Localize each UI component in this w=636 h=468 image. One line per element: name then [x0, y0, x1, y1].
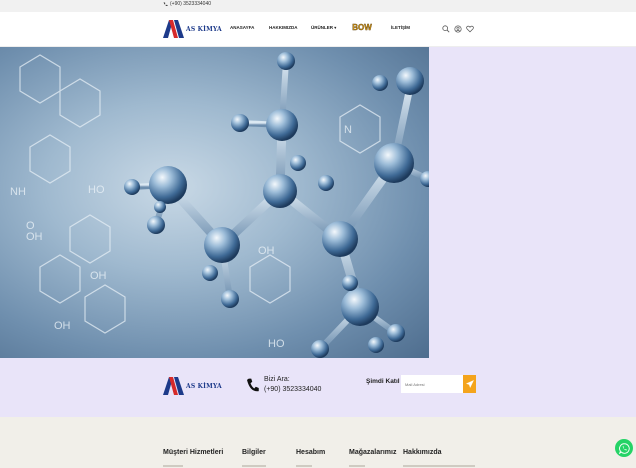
svg-text:OH: OH	[26, 231, 43, 243]
footer-link-placeholder	[242, 465, 266, 467]
newsletter-submit-button[interactable]	[463, 375, 476, 393]
svg-text:OH: OH	[90, 270, 107, 282]
top-phone-number: (+90) 3523334040	[170, 1, 212, 7]
nav-contact[interactable]: İLETİŞİM	[391, 25, 410, 30]
svg-text:N: N	[344, 124, 352, 136]
chevron-down-icon: ▾	[334, 25, 337, 30]
brand-badge-text: BOW	[352, 23, 372, 32]
footer-text-placeholder	[403, 465, 475, 467]
user-icon[interactable]	[454, 25, 462, 33]
whatsapp-button[interactable]	[615, 439, 633, 457]
molecule-illustration: NHOHO OHOHOH OHHON	[10, 52, 429, 358]
nav-home[interactable]: ANASAYFA	[230, 25, 254, 30]
footer-col-about: Hakkımızda	[403, 449, 442, 456]
band-logo-mark-icon	[163, 377, 184, 395]
footer-link-placeholder	[349, 465, 365, 467]
site-header: AS KİMYA ANASAYFA HAKKIMIZDA ÜRÜNLER ▾ İ…	[0, 12, 636, 47]
site-logo[interactable]: AS KİMYA	[163, 20, 222, 38]
send-arrow-icon	[465, 380, 474, 388]
heart-icon[interactable]	[466, 25, 474, 33]
svg-text:HO: HO	[88, 184, 105, 196]
svg-text:NH: NH	[10, 186, 26, 198]
search-icon[interactable]	[442, 25, 450, 33]
top-phone[interactable]: (+90) 3523334040	[163, 1, 211, 7]
newsletter-email-input[interactable]	[401, 375, 464, 393]
brand-badge-icon[interactable]: BOW	[352, 21, 372, 33]
svg-text:OH: OH	[258, 245, 275, 257]
logo-mark-icon	[163, 20, 184, 38]
logo-text: AS KİMYA	[186, 25, 222, 33]
footer-col-stores: Mağazalarımız	[349, 449, 397, 456]
footer-link-placeholder	[296, 465, 312, 467]
band-logo[interactable]: AS KİMYA	[163, 377, 222, 395]
footer-col-account: Hesabım	[296, 449, 326, 456]
svg-text:HO: HO	[268, 338, 285, 350]
footer-col-customer-service: Müşteri Hizmetleri	[163, 449, 224, 456]
nav-products[interactable]: ÜRÜNLER ▾	[311, 25, 336, 30]
svg-text:OH: OH	[54, 320, 71, 332]
phone-call-icon	[247, 378, 259, 391]
band-logo-text: AS KİMYA	[186, 382, 222, 390]
call-label: Bizi Ara:	[264, 376, 290, 383]
newsletter-label: Şimdi Katıl :	[366, 378, 404, 385]
nav-products-label: ÜRÜNLER	[311, 25, 333, 30]
footer-link-placeholder	[163, 465, 183, 467]
call-us-block[interactable]: Bizi Ara: (+90) 3523334040	[246, 375, 321, 395]
whatsapp-icon	[618, 442, 630, 454]
site-footer	[0, 417, 636, 468]
call-number: (+90) 3523334040	[264, 386, 322, 393]
phone-icon	[163, 2, 168, 6]
top-bar: (+90) 3523334040	[0, 0, 636, 12]
footer-col-info: Bilgiler	[242, 449, 266, 456]
hero-banner-image: NH O HO OH OH OH OH HO N	[0, 47, 429, 358]
nav-about[interactable]: HAKKIMIZDA	[269, 25, 298, 30]
